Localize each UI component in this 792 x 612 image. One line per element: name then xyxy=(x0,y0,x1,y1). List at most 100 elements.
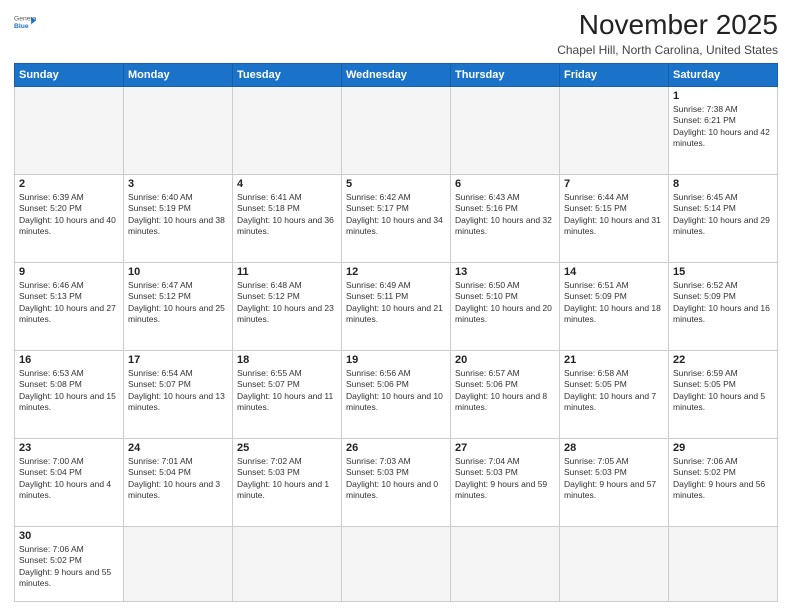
day-info: Sunrise: 6:51 AMSunset: 5:09 PMDaylight:… xyxy=(564,280,664,326)
day-number: 10 xyxy=(128,266,228,278)
day-info: Sunrise: 6:59 AMSunset: 5:05 PMDaylight:… xyxy=(673,368,773,414)
week-row: 16 Sunrise: 6:53 AMSunset: 5:08 PMDayligh… xyxy=(15,350,778,438)
week-row: 30Sunrise: 7:06 AMSunset: 5:02 PMDayligh… xyxy=(15,526,778,601)
logo: General Blue xyxy=(14,10,36,34)
day-info: Sunrise: 6:45 AMSunset: 5:14 PMDaylight:… xyxy=(673,192,773,238)
day-info: Sunrise: 6:56 AMSunset: 5:06 PMDaylight:… xyxy=(346,368,446,414)
col-header-thursday: Thursday xyxy=(451,63,560,86)
header-row: SundayMondayTuesdayWednesdayThursdayFrid… xyxy=(15,63,778,86)
day-cell: 3 Sunrise: 6:40 AMSunset: 5:19 PMDaylight… xyxy=(124,174,233,262)
day-cell: 7 Sunrise: 6:44 AMSunset: 5:15 PMDaylight… xyxy=(560,174,669,262)
day-cell xyxy=(560,86,669,174)
day-cell: 1 Sunrise: 7:38 AMSunset: 6:21 PMDaylight… xyxy=(669,86,778,174)
day-cell: 10 Sunrise: 6:47 AMSunset: 5:12 PMDayligh… xyxy=(124,262,233,350)
col-header-monday: Monday xyxy=(124,63,233,86)
day-number: 17 xyxy=(128,354,228,366)
day-cell xyxy=(451,86,560,174)
col-header-friday: Friday xyxy=(560,63,669,86)
day-cell xyxy=(233,526,342,601)
day-info: Sunrise: 7:01 AMSunset: 5:04 PMDaylight:… xyxy=(128,456,228,502)
day-cell: 13 Sunrise: 6:50 AMSunset: 5:10 PMDayligh… xyxy=(451,262,560,350)
day-number: 9 xyxy=(19,266,119,278)
week-row: 2Sunrise: 6:39 AMSunset: 5:20 PMDaylight… xyxy=(15,174,778,262)
day-cell: 25Sunrise: 7:02 AMSunset: 5:03 PMDayligh… xyxy=(233,438,342,526)
day-cell: 27Sunrise: 7:04 AMSunset: 5:03 PMDayligh… xyxy=(451,438,560,526)
calendar-table: SundayMondayTuesdayWednesdayThursdayFrid… xyxy=(14,63,778,602)
day-number: 13 xyxy=(455,266,555,278)
day-cell: 19 Sunrise: 6:56 AMSunset: 5:06 PMDayligh… xyxy=(342,350,451,438)
day-info: Sunrise: 6:40 AMSunset: 5:19 PMDaylight:… xyxy=(128,192,228,238)
day-number: 3 xyxy=(128,178,228,190)
day-info: Sunrise: 6:49 AMSunset: 5:11 PMDaylight:… xyxy=(346,280,446,326)
day-cell: 6Sunrise: 6:43 AMSunset: 5:16 PMDaylight… xyxy=(451,174,560,262)
day-cell xyxy=(233,86,342,174)
day-cell: 26Sunrise: 7:03 AMSunset: 5:03 PMDayligh… xyxy=(342,438,451,526)
week-row: 1 Sunrise: 7:38 AMSunset: 6:21 PMDaylight… xyxy=(15,86,778,174)
day-cell: 8 Sunrise: 6:45 AMSunset: 5:14 PMDaylight… xyxy=(669,174,778,262)
day-cell: 11 Sunrise: 6:48 AMSunset: 5:12 PMDayligh… xyxy=(233,262,342,350)
day-cell: 15Sunrise: 6:52 AMSunset: 5:09 PMDayligh… xyxy=(669,262,778,350)
day-info: Sunrise: 7:38 AMSunset: 6:21 PMDaylight:… xyxy=(673,104,773,150)
col-header-wednesday: Wednesday xyxy=(342,63,451,86)
day-cell: 28Sunrise: 7:05 AMSunset: 5:03 PMDayligh… xyxy=(560,438,669,526)
day-cell: 2Sunrise: 6:39 AMSunset: 5:20 PMDaylight… xyxy=(15,174,124,262)
day-number: 11 xyxy=(237,266,337,278)
day-info: Sunrise: 6:55 AMSunset: 5:07 PMDaylight:… xyxy=(237,368,337,414)
day-info: Sunrise: 6:42 AMSunset: 5:17 PMDaylight:… xyxy=(346,192,446,238)
day-info: Sunrise: 7:06 AMSunset: 5:02 PMDaylight:… xyxy=(19,544,119,590)
day-cell: 23Sunrise: 7:00 AMSunset: 5:04 PMDayligh… xyxy=(15,438,124,526)
day-cell: 17Sunrise: 6:54 AMSunset: 5:07 PMDayligh… xyxy=(124,350,233,438)
day-number: 14 xyxy=(564,266,664,278)
day-number: 7 xyxy=(564,178,664,190)
day-cell: 5Sunrise: 6:42 AMSunset: 5:17 PMDaylight… xyxy=(342,174,451,262)
day-number: 8 xyxy=(673,178,773,190)
calendar-page: General Blue November 2025 Chapel Hill, … xyxy=(0,0,792,612)
svg-text:Blue: Blue xyxy=(14,23,29,30)
day-cell: 24 Sunrise: 7:01 AMSunset: 5:04 PMDayligh… xyxy=(124,438,233,526)
day-number: 12 xyxy=(346,266,446,278)
day-number: 16 xyxy=(19,354,119,366)
day-number: 29 xyxy=(673,442,773,454)
day-info: Sunrise: 6:43 AMSunset: 5:16 PMDaylight:… xyxy=(455,192,555,238)
day-cell xyxy=(451,526,560,601)
day-cell: 14 Sunrise: 6:51 AMSunset: 5:09 PMDayligh… xyxy=(560,262,669,350)
day-number: 25 xyxy=(237,442,337,454)
col-header-sunday: Sunday xyxy=(15,63,124,86)
day-cell xyxy=(124,86,233,174)
day-cell xyxy=(669,526,778,601)
day-cell: 12 Sunrise: 6:49 AMSunset: 5:11 PMDayligh… xyxy=(342,262,451,350)
day-cell xyxy=(342,526,451,601)
day-number: 4 xyxy=(237,178,337,190)
day-info: Sunrise: 6:41 AMSunset: 5:18 PMDaylight:… xyxy=(237,192,337,238)
day-cell: 30Sunrise: 7:06 AMSunset: 5:02 PMDayligh… xyxy=(15,526,124,601)
day-info: Sunrise: 7:05 AMSunset: 5:03 PMDaylight:… xyxy=(564,456,664,502)
day-number: 23 xyxy=(19,442,119,454)
day-number: 18 xyxy=(237,354,337,366)
day-info: Sunrise: 6:46 AMSunset: 5:13 PMDaylight:… xyxy=(19,280,119,326)
day-info: Sunrise: 6:48 AMSunset: 5:12 PMDaylight:… xyxy=(237,280,337,326)
day-info: Sunrise: 6:57 AMSunset: 5:06 PMDaylight:… xyxy=(455,368,555,414)
day-info: Sunrise: 6:53 AMSunset: 5:08 PMDaylight:… xyxy=(19,368,119,414)
col-header-saturday: Saturday xyxy=(669,63,778,86)
header: General Blue November 2025 Chapel Hill, … xyxy=(14,10,778,57)
day-number: 20 xyxy=(455,354,555,366)
day-info: Sunrise: 6:47 AMSunset: 5:12 PMDaylight:… xyxy=(128,280,228,326)
month-title: November 2025 xyxy=(557,10,778,41)
day-cell xyxy=(15,86,124,174)
day-cell: 4 Sunrise: 6:41 AMSunset: 5:18 PMDaylight… xyxy=(233,174,342,262)
day-info: Sunrise: 7:04 AMSunset: 5:03 PMDaylight:… xyxy=(455,456,555,502)
day-cell: 16 Sunrise: 6:53 AMSunset: 5:08 PMDayligh… xyxy=(15,350,124,438)
day-number: 24 xyxy=(128,442,228,454)
day-number: 22 xyxy=(673,354,773,366)
day-cell xyxy=(124,526,233,601)
day-info: Sunrise: 6:44 AMSunset: 5:15 PMDaylight:… xyxy=(564,192,664,238)
day-number: 1 xyxy=(673,90,773,102)
title-area: November 2025 Chapel Hill, North Carolin… xyxy=(557,10,778,57)
day-info: Sunrise: 6:50 AMSunset: 5:10 PMDaylight:… xyxy=(455,280,555,326)
col-header-tuesday: Tuesday xyxy=(233,63,342,86)
day-info: Sunrise: 6:52 AMSunset: 5:09 PMDaylight:… xyxy=(673,280,773,326)
day-number: 19 xyxy=(346,354,446,366)
day-cell: 22 Sunrise: 6:59 AMSunset: 5:05 PMDayligh… xyxy=(669,350,778,438)
day-info: Sunrise: 6:39 AMSunset: 5:20 PMDaylight:… xyxy=(19,192,119,238)
day-info: Sunrise: 7:06 AMSunset: 5:02 PMDaylight:… xyxy=(673,456,773,502)
